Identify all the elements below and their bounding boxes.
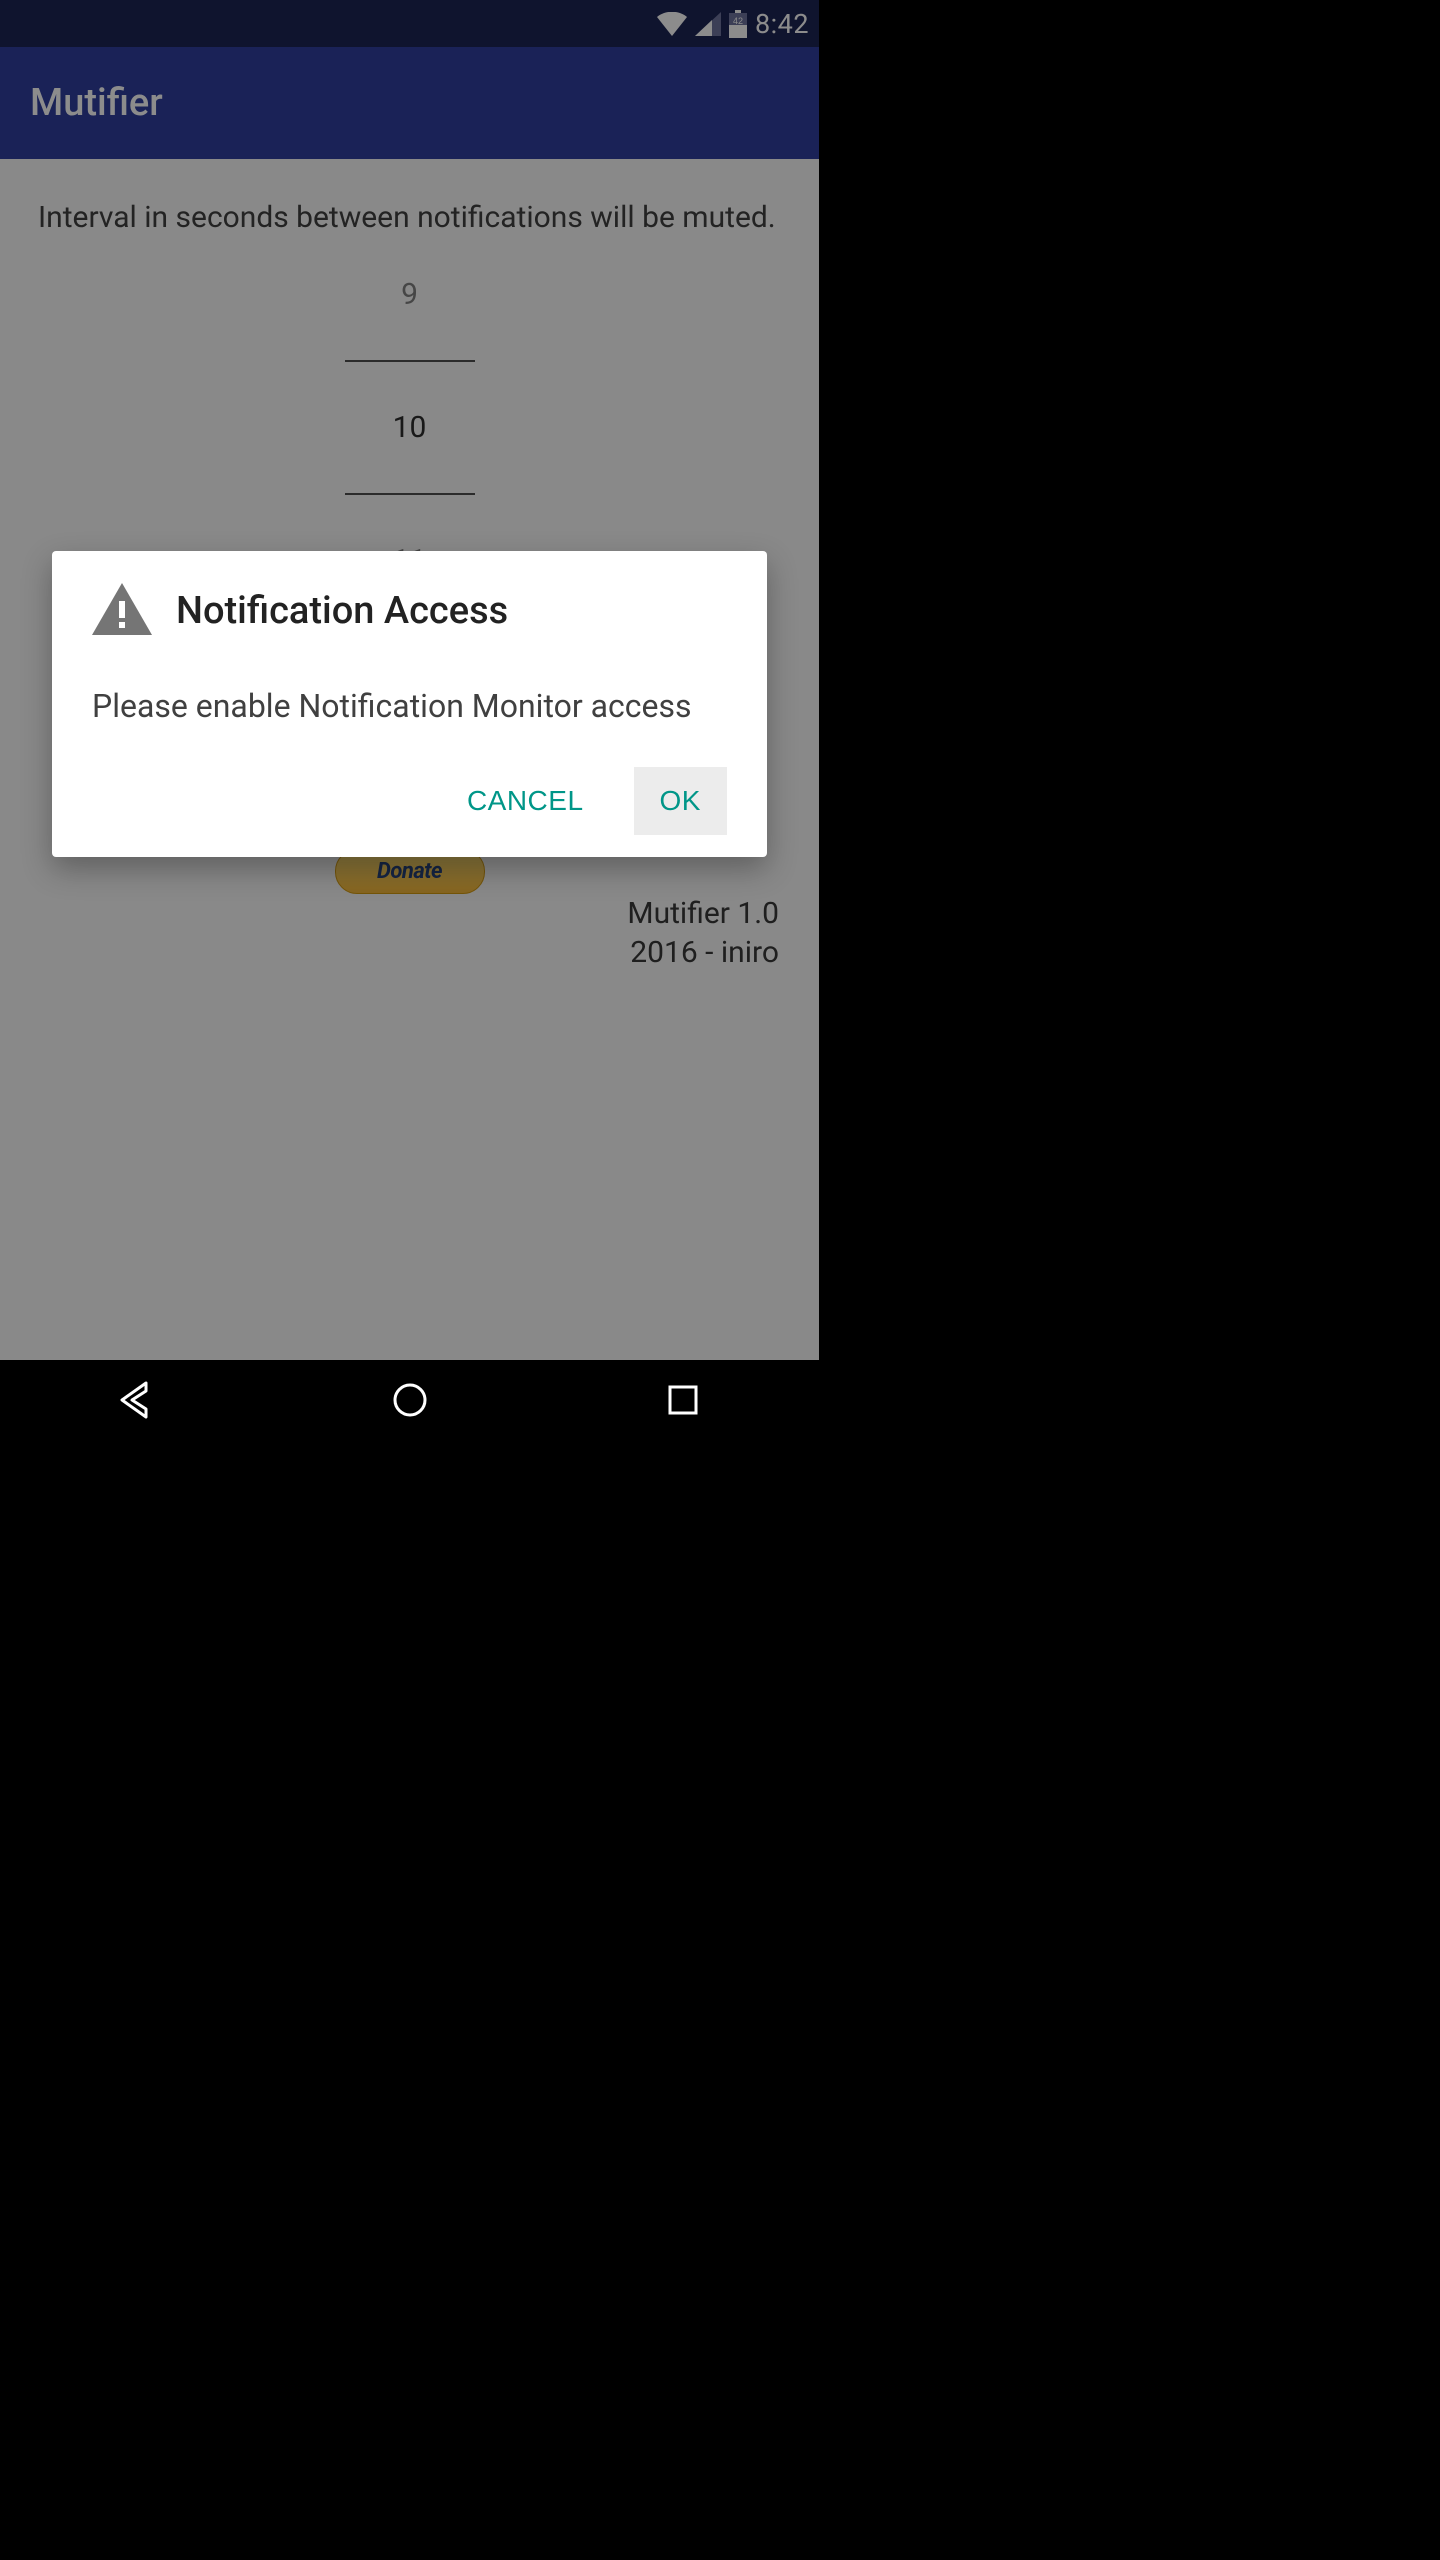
cancel-button[interactable]: CANCEL <box>441 767 610 835</box>
recent-apps-button[interactable] <box>662 1379 704 1421</box>
back-button[interactable] <box>116 1379 158 1421</box>
dialog-title: Notification Access <box>176 589 508 633</box>
dialog-actions: CANCEL OK <box>92 767 727 835</box>
home-button[interactable] <box>389 1379 431 1421</box>
ok-button[interactable]: OK <box>634 767 727 835</box>
dialog-message: Please enable Notification Monitor acces… <box>92 687 727 725</box>
android-nav-bar <box>0 1360 819 1440</box>
notification-access-dialog: Notification Access Please enable Notifi… <box>52 551 767 857</box>
warning-icon <box>92 583 152 639</box>
